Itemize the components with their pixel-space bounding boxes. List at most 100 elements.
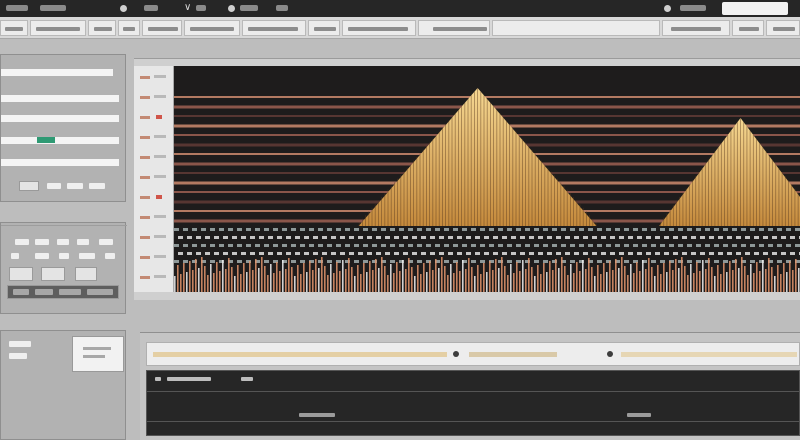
file-menu-text[interactable] [40,5,66,11]
playhead-icon[interactable] [453,351,459,357]
circle-icon[interactable] [228,5,235,12]
grid-cell [529,252,534,255]
grid-cell [651,228,656,231]
account-text[interactable] [680,5,706,11]
tab-5[interactable] [142,20,182,36]
tab-1[interactable] [0,20,28,36]
level-bar [303,263,305,292]
grid-cell [228,228,233,231]
tab-3[interactable] [88,20,116,36]
tab-14[interactable] [766,20,800,36]
grid-cell [556,252,561,255]
level-bar [252,270,254,292]
marker-icon[interactable] [607,351,613,357]
grid-cell [246,228,251,231]
tab-4[interactable] [118,20,140,36]
tab-12[interactable] [662,20,730,36]
grid-cell [192,228,197,231]
tab-6[interactable] [184,20,240,36]
grid-cell [781,236,786,239]
ruler-label [154,175,166,178]
level-bar [507,275,509,292]
property-row[interactable] [1,115,119,122]
grid-cell [502,236,507,239]
grid-cell [408,228,413,231]
tab-7[interactable] [242,20,306,36]
grid-cell [615,228,620,231]
grid-cell [363,244,368,247]
grid-cell [646,236,651,239]
control-button[interactable] [41,267,65,281]
ruler-tick [140,196,150,199]
timeline-region[interactable] [621,352,797,357]
circle-icon[interactable] [664,5,671,12]
level-bar [426,272,428,292]
ruler-label [156,195,162,199]
property-row[interactable] [1,159,119,166]
ruler-tick [140,276,150,279]
control-label [15,239,29,245]
level-bar [324,266,326,292]
tab-8[interactable] [308,20,340,36]
grid-cell [574,236,579,239]
control-button[interactable] [9,267,33,281]
chevron-down-icon[interactable]: ∨ [184,2,191,13]
grid-cell [363,260,368,263]
grid-cell [300,244,305,247]
grid-cell [606,244,611,247]
tools-menu-text[interactable] [240,5,258,11]
timeline-track[interactable] [146,342,800,366]
grid-cell [390,244,395,247]
timeline-region[interactable] [153,352,447,357]
grid-cell [381,244,386,247]
grid-cell [201,228,206,231]
grid-cell [327,244,332,247]
timeline-region[interactable] [469,352,557,357]
tab-11[interactable] [492,20,660,36]
mode-menu-text[interactable] [196,5,206,11]
option-button[interactable] [19,181,39,191]
level-bar [462,260,464,292]
level-bar [642,260,644,292]
ruler-tick [140,216,150,219]
level-bar [513,273,515,292]
property-row[interactable] [1,137,119,144]
level-bar [408,258,410,292]
control-button[interactable] [75,267,97,281]
circle-icon[interactable] [120,5,127,12]
grid-cell [736,236,741,239]
grid-cell [669,244,674,247]
level-bar [273,273,275,292]
level-bar [222,260,224,292]
ruler-tick [140,156,150,159]
property-row[interactable] [1,69,113,76]
app-menu-text[interactable] [6,5,28,11]
level-bar [384,266,386,292]
grid-cell [754,236,759,239]
grid-cell [529,236,534,239]
level-bar [759,271,761,292]
tab-9[interactable] [342,20,416,36]
level-bar [231,267,233,292]
grid-cell [534,228,539,231]
preview-thumbnail[interactable] [72,336,124,372]
search-input[interactable] [722,2,788,15]
grid-cell [480,260,485,263]
level-bar [318,268,320,292]
help-menu-text[interactable] [276,5,288,11]
property-row[interactable] [1,95,119,102]
level-bar [369,261,371,292]
grid-cell [250,252,255,255]
level-bar [333,273,335,292]
level-bar [681,257,683,292]
console-text [627,413,651,417]
tab-2[interactable] [30,20,86,36]
view-menu-text[interactable] [144,5,158,11]
level-bar [360,274,362,292]
level-bar [699,271,701,292]
tab-13[interactable] [732,20,764,36]
grid-cell [642,244,647,247]
spectrum-waveform-display[interactable] [174,66,800,292]
tab-10[interactable] [418,20,490,36]
level-bar [468,258,470,292]
